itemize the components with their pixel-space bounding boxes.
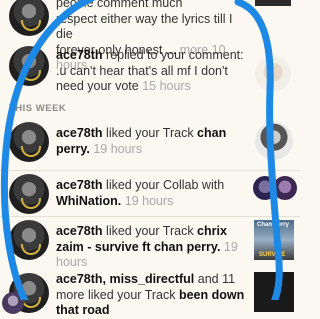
username[interactable]: ace78th	[56, 178, 103, 192]
notification-text: ace78th liked your Track chan perry. 19 …	[56, 126, 227, 156]
track-thumbnail[interactable]	[254, 272, 294, 312]
secondary-avatar[interactable]	[2, 292, 24, 314]
thumbnail-caption-top: Chan Perry	[257, 222, 290, 228]
track-thumbnail[interactable]	[255, 122, 293, 160]
avatar[interactable]	[9, 0, 49, 36]
avatar[interactable]	[9, 46, 49, 86]
notification-item[interactable]: ace78th liked your Collab with WhiNation…	[0, 172, 300, 220]
notification-text: ace78th, miss_directful and 11 more like…	[56, 272, 245, 317]
notification-item[interactable]: ace78th liked your Track chan perry. 19 …	[0, 120, 300, 168]
timestamp: 19 hours	[93, 141, 142, 156]
track-thumbnail[interactable]	[255, 0, 291, 6]
notification-item[interactable]: ace78th liked your Track chrix zaim - su…	[0, 218, 300, 270]
notification-text: ace78th replied to your comment: .u can'…	[56, 48, 244, 93]
notification-item[interactable]: ace78th, miss_directful and 11 more like…	[0, 270, 300, 317]
timestamp: 19 hours	[124, 193, 174, 208]
notification-item[interactable]: people comment much respect either way t…	[0, 0, 300, 72]
username[interactable]: ace78th, miss_directful	[56, 272, 194, 286]
notification-item[interactable]: ace78th replied to your comment: .u can'…	[0, 44, 300, 99]
divider	[0, 216, 300, 217]
avatar[interactable]	[9, 174, 49, 214]
notification-text: ace78th liked your Track chrix zaim - su…	[56, 224, 238, 269]
notification-feed: people comment much respect either way t…	[0, 0, 300, 317]
divider	[0, 170, 300, 171]
avatar[interactable]	[9, 220, 49, 260]
thumbnail-caption-bottom: SURVIVE	[259, 252, 286, 258]
collab-thumbnail-2[interactable]	[273, 176, 297, 200]
username[interactable]: ace78th	[56, 224, 103, 238]
collab-link[interactable]: WhiNation.	[56, 194, 121, 208]
username[interactable]: ace78th	[56, 48, 103, 62]
notification-text: ace78th liked your Collab with WhiNation…	[56, 178, 225, 208]
section-header: THIS WEEK	[9, 103, 67, 114]
track-thumbnail[interactable]	[255, 56, 291, 92]
timestamp: 15 hours	[142, 79, 191, 93]
track-thumbnail[interactable]: Chan Perry SURVIVE	[254, 220, 294, 260]
username[interactable]: ace78th	[56, 126, 103, 140]
avatar[interactable]	[9, 122, 49, 162]
